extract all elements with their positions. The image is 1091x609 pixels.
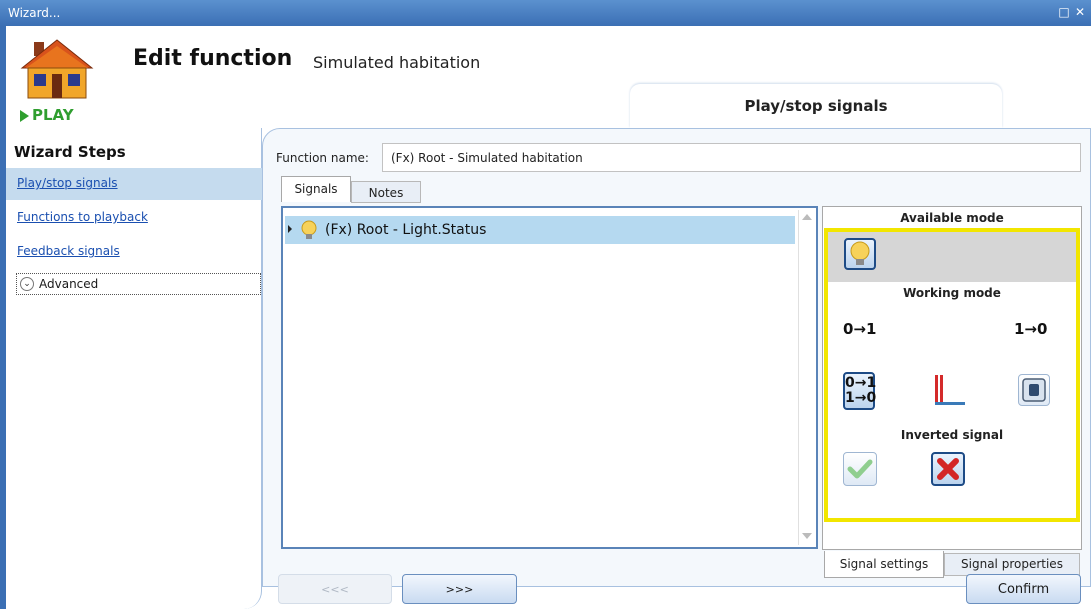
advanced-label: Advanced bbox=[39, 277, 99, 291]
red-x-icon bbox=[937, 458, 959, 480]
page-title: Edit function bbox=[133, 46, 293, 71]
tab-signals[interactable]: Signals bbox=[281, 176, 351, 202]
rising-edge-button[interactable]: 0→1 bbox=[843, 313, 877, 345]
window-title: Wizard... bbox=[8, 6, 61, 20]
lightbulb-icon bbox=[301, 220, 317, 239]
inverted-no-button[interactable] bbox=[931, 452, 965, 486]
page-subtitle: Simulated habitation bbox=[313, 53, 481, 72]
sidebar-item-play-stop-signals[interactable]: Play/stop signals bbox=[6, 168, 262, 200]
level-mode-button[interactable] bbox=[930, 372, 970, 410]
scroll-up-icon[interactable] bbox=[802, 214, 812, 220]
signal-label: (Fx) Root - Light.Status bbox=[325, 222, 487, 238]
tab-signal-properties[interactable]: Signal properties bbox=[944, 553, 1080, 576]
tab-signal-settings[interactable]: Signal settings bbox=[824, 551, 944, 578]
working-mode-header: Working mode bbox=[903, 286, 1001, 300]
wizard-steps-title: Wizard Steps bbox=[14, 143, 126, 161]
close-icon[interactable]: ✕ bbox=[1075, 5, 1089, 19]
logo-text: PLAY bbox=[32, 106, 74, 124]
scroll-down-icon[interactable] bbox=[802, 533, 812, 539]
house-play-icon: PLAY bbox=[12, 34, 102, 129]
previous-button[interactable]: <<< bbox=[278, 574, 392, 604]
list-item[interactable]: (Fx) Root - Light.Status bbox=[285, 216, 795, 244]
both-edges-bottom-label: 1→0 bbox=[845, 390, 877, 406]
both-edges-button[interactable]: 0→1 1→0 bbox=[843, 372, 877, 410]
window-titlebar: Wizard... □ ✕ bbox=[0, 0, 1091, 26]
advanced-expander[interactable]: ⌄ Advanced bbox=[16, 273, 261, 295]
function-name-label: Function name: bbox=[276, 151, 369, 165]
rising-edge-label: 0→1 bbox=[843, 320, 877, 338]
tab-notes[interactable]: Notes bbox=[351, 181, 421, 203]
toggle-mode-button[interactable] bbox=[1018, 374, 1050, 406]
falling-edge-button[interactable]: 1→0 bbox=[1014, 313, 1048, 345]
sidebar-item-feedback-signals[interactable]: Feedback signals bbox=[6, 236, 262, 268]
switch-icon bbox=[1022, 378, 1046, 402]
list-scrollbar[interactable] bbox=[798, 210, 814, 545]
signals-list: (Fx) Root - Light.Status bbox=[281, 206, 818, 549]
level-signal-icon bbox=[935, 375, 965, 405]
falling-edge-label: 1→0 bbox=[1014, 320, 1048, 338]
checkmark-icon bbox=[847, 459, 873, 479]
wizard-steps-panel: Wizard Steps Play/stop signals Functions… bbox=[6, 128, 262, 609]
current-step-tab: Play/stop signals bbox=[630, 84, 1002, 128]
next-button[interactable]: >>> bbox=[402, 574, 517, 604]
sidebar-item-functions-to-playback[interactable]: Functions to playback bbox=[6, 202, 262, 234]
row-indicator-icon bbox=[288, 225, 292, 233]
both-edges-top-label: 0→1 bbox=[845, 375, 877, 391]
inverted-signal-header: Inverted signal bbox=[900, 428, 1004, 442]
confirm-button[interactable]: Confirm bbox=[966, 574, 1081, 604]
chevron-down-icon: ⌄ bbox=[20, 277, 34, 291]
inverted-yes-button[interactable] bbox=[843, 452, 877, 486]
available-mode-header: Available mode bbox=[900, 211, 1004, 225]
restore-icon[interactable]: □ bbox=[1057, 5, 1071, 19]
current-step-label: Play/stop signals bbox=[744, 97, 888, 115]
function-name-input[interactable]: (Fx) Root - Simulated habitation bbox=[382, 143, 1081, 172]
